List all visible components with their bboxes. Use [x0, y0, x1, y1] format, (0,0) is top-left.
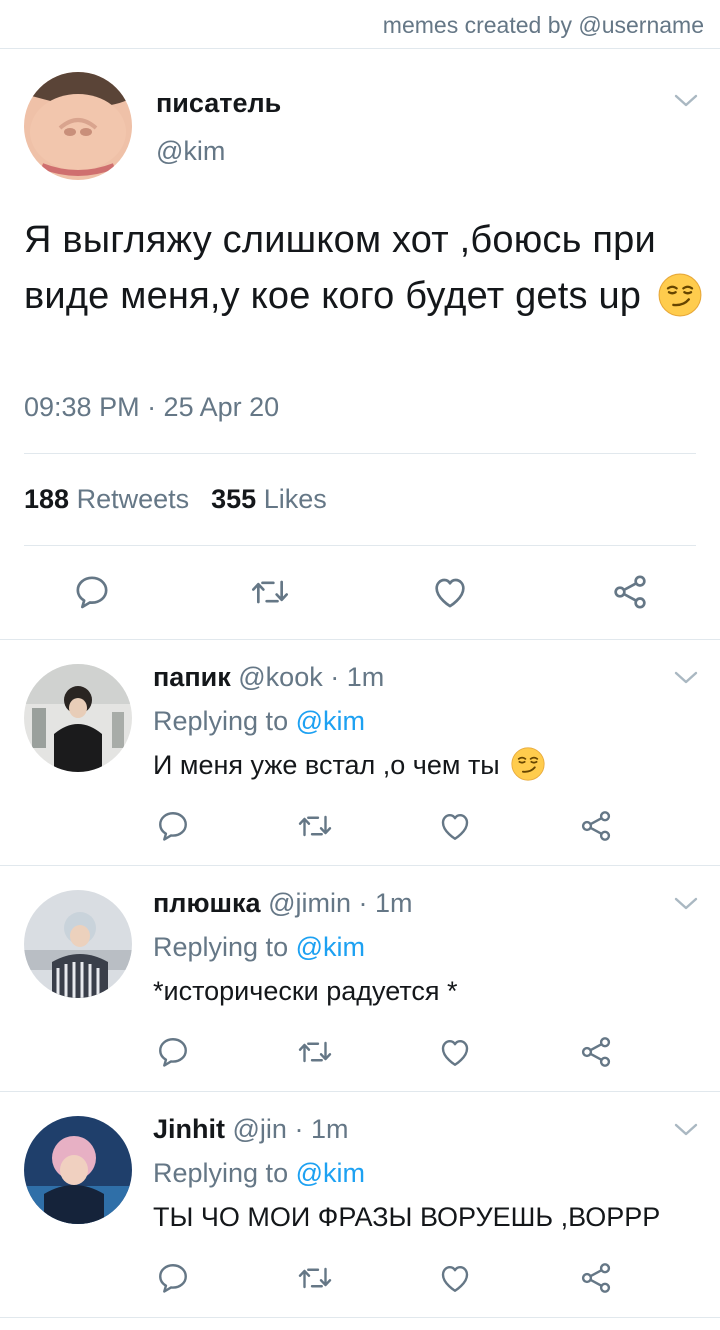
reply-author-name[interactable]: папик — [153, 662, 231, 692]
retweet-button[interactable] — [250, 572, 290, 612]
reply-time[interactable]: 1m — [375, 888, 413, 918]
mention-link[interactable]: @kim — [296, 1158, 365, 1188]
tweet-author-name[interactable]: писатель — [156, 88, 281, 119]
like-button[interactable] — [430, 572, 470, 612]
reply-button[interactable] — [155, 1034, 191, 1070]
avatar[interactable] — [24, 72, 132, 180]
share-button[interactable] — [578, 808, 614, 844]
replying-label: Replying to — [153, 1158, 289, 1188]
share-icon — [578, 1260, 614, 1296]
retweet-button[interactable] — [297, 1260, 333, 1296]
reply-text: ТЫ ЧО МОИ ФРАЗЫ ВОРУЕШЬ ,ВОРРР — [153, 1202, 661, 1232]
tweet-author-handle[interactable]: @kim — [156, 136, 225, 167]
reply-author-handle[interactable]: @jin — [233, 1114, 287, 1144]
retweets-count: 188 — [24, 484, 70, 514]
smirking-face-emoji-icon — [658, 273, 702, 317]
divider — [0, 48, 720, 49]
likes-label: Likes — [263, 484, 327, 514]
chevron-down-icon[interactable] — [673, 1122, 699, 1138]
avatar-image — [24, 1116, 132, 1224]
replying-to: Replying to @kim — [153, 1158, 365, 1189]
share-icon — [610, 572, 650, 612]
divider — [24, 453, 696, 454]
retweet-icon — [250, 572, 290, 612]
share-button[interactable] — [610, 572, 650, 612]
likes-count: 355 — [211, 484, 257, 514]
mention-link[interactable]: @kim — [296, 932, 365, 962]
avatar[interactable] — [24, 890, 132, 998]
like-button[interactable] — [437, 808, 473, 844]
reply-author-handle[interactable]: @jimin — [268, 888, 351, 918]
reply-text: *исторически радуется * — [153, 976, 458, 1006]
retweet-button[interactable] — [297, 1034, 333, 1070]
like-button[interactable] — [437, 1260, 473, 1296]
meta-separator: · — [330, 662, 340, 692]
reply-text: И меня уже встал ,о чем ты — [153, 750, 545, 781]
reply-icon — [155, 808, 191, 844]
like-icon — [437, 1034, 473, 1070]
reply-icon — [155, 1034, 191, 1070]
mention-link[interactable]: @kim — [296, 706, 365, 736]
reply-text-content: И меня уже встал ,о чем ты — [153, 750, 500, 780]
replying-to: Replying to @kim — [153, 932, 365, 963]
retweet-icon — [297, 1260, 333, 1296]
chevron-down-icon[interactable] — [673, 670, 699, 686]
divider — [0, 1317, 720, 1318]
like-icon — [437, 808, 473, 844]
divider — [24, 545, 696, 546]
chevron-down-icon[interactable] — [673, 93, 699, 109]
smirking-face-emoji-icon — [511, 747, 545, 781]
reply-author-name[interactable]: Jinhit — [153, 1114, 225, 1144]
replying-label: Replying to — [153, 706, 289, 736]
retweet-icon — [297, 1034, 333, 1070]
reply-author-handle[interactable]: @kook — [238, 662, 322, 692]
reply-button[interactable] — [72, 572, 112, 612]
avatar[interactable] — [24, 664, 132, 772]
share-button[interactable] — [578, 1034, 614, 1070]
avatar-image — [24, 890, 132, 998]
avatar-image — [24, 72, 132, 180]
tweet-timestamp[interactable]: 09:38 PM · 25 Apr 20 — [24, 392, 279, 423]
reply-time[interactable]: 1m — [347, 662, 385, 692]
reply-time[interactable]: 1m — [311, 1114, 349, 1144]
reply-author-name[interactable]: плюшка — [153, 888, 261, 918]
share-icon — [578, 1034, 614, 1070]
like-icon — [430, 572, 470, 612]
reply-header: плюшка @jimin · 1m — [153, 888, 413, 919]
reply-icon — [72, 572, 112, 612]
like-button[interactable] — [437, 1034, 473, 1070]
tweet-text-content: Я выгляжу слишком хот ,боюсь при виде ме… — [24, 219, 656, 317]
retweets-label: Retweets — [76, 484, 190, 514]
retweet-icon — [297, 808, 333, 844]
replying-to: Replying to @kim — [153, 706, 365, 737]
likes-stat[interactable]: 355 Likes — [211, 484, 327, 514]
reply-header: Jinhit @jin · 1m — [153, 1114, 348, 1145]
tweet-stats: 188 Retweets 355 Likes — [24, 484, 327, 515]
meta-separator: · — [294, 1114, 304, 1144]
avatar[interactable] — [24, 1116, 132, 1224]
divider — [0, 865, 720, 866]
reply-icon — [155, 1260, 191, 1296]
replying-label: Replying to — [153, 932, 289, 962]
avatar-image — [24, 664, 132, 772]
share-icon — [578, 808, 614, 844]
meta-separator: · — [358, 888, 368, 918]
reply-button[interactable] — [155, 808, 191, 844]
retweet-button[interactable] — [297, 808, 333, 844]
reply-header: папик @kook · 1m — [153, 662, 384, 693]
like-icon — [437, 1260, 473, 1296]
divider — [0, 1091, 720, 1092]
reply-button[interactable] — [155, 1260, 191, 1296]
divider — [0, 639, 720, 640]
retweets-stat[interactable]: 188 Retweets — [24, 484, 189, 514]
tweet-text: Я выгляжу слишком хот ,боюсь при виде ме… — [24, 212, 704, 324]
chevron-down-icon[interactable] — [673, 896, 699, 912]
share-button[interactable] — [578, 1260, 614, 1296]
credit-text: memes created by @username — [382, 12, 704, 38]
